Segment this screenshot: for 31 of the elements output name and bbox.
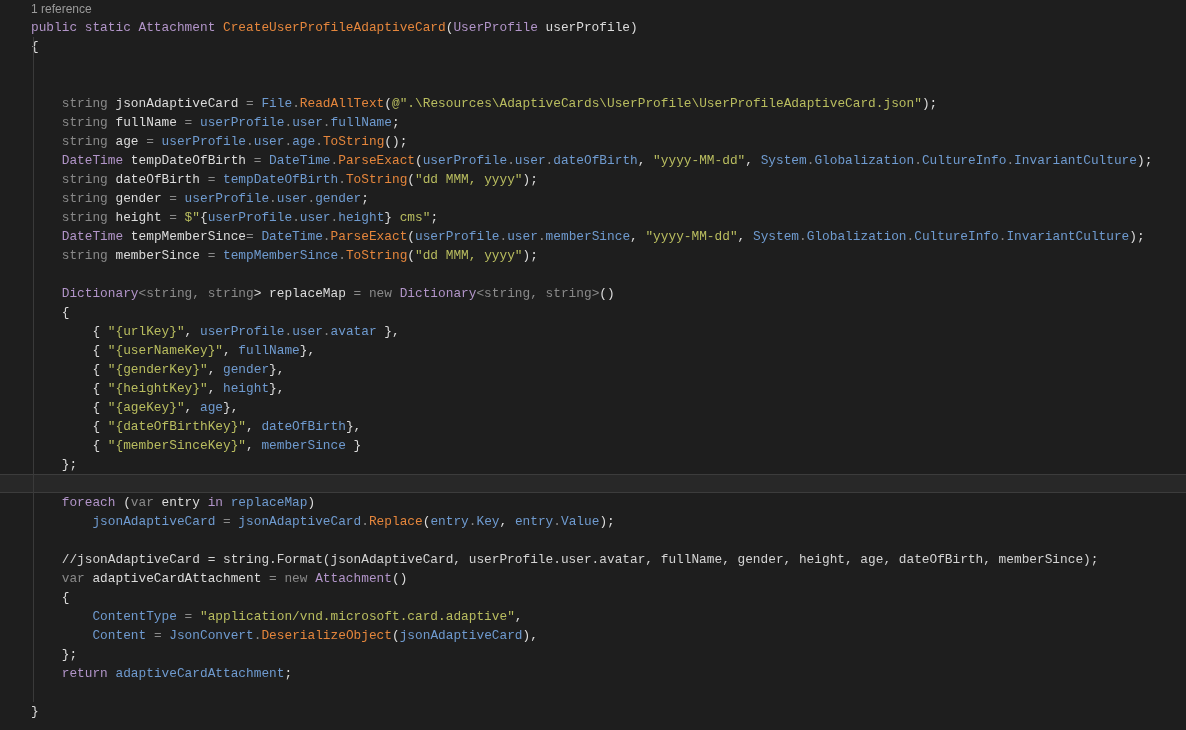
code-line: jsonAdaptiveCard = jsonAdaptiveCard.Replace(entry.Key, entry.Value); [91,513,616,531]
reference-count-link[interactable]: 1 reference [31,3,92,15]
code-line: { "{urlKey}", userProfile.user.avatar }, [91,323,401,341]
code-line: { "{ageKey}", age}, [91,399,240,417]
code-line: { "{dateOfBirthKey}", dateOfBirth}, [91,418,363,436]
code-line: return adaptiveCardAttachment; [60,665,294,683]
code-line: //jsonAdaptiveCard = string.Format(jsonAdaptiveCard, userProfile.user.avatar, fullName, gender, height, age, dateOfBirth, memberSince); [60,551,1100,569]
code-line: { "{userNameKey}", fullName}, [91,342,317,360]
code-line: { "{heightKey}", height}, [91,380,286,398]
code-line: { [60,589,71,607]
code-line: string height = $"{userProfile.user.height} cms"; [60,209,440,227]
code-line: string gender = userProfile.user.gender; [60,190,370,208]
code-line: string fullName = userProfile.user.fullName; [60,114,401,132]
code-line: }; [60,456,79,474]
code-line: public static Attachment CreateUserProfileAdaptiveCard(UserProfile userProfile) [30,19,639,37]
code-line: var adaptiveCardAttachment = new Attachment() [60,570,409,588]
code-line: Dictionary<string, string> replaceMap = new Dictionary<string, string>() [60,285,616,303]
code-line: ContentType = "application/vnd.microsoft.card.adaptive", [91,608,524,626]
code-line: DateTime tempMemberSince= DateTime.ParseExact(userProfile.user.memberSince, "yyyy-MM-dd", System.Globalization.CultureInfo.InvariantCulture); [60,228,1146,246]
code-line: { [60,304,71,322]
code-line: { "{genderKey}", gender}, [91,361,286,379]
code-line: Content = JsonConvert.DeserializeObject(jsonAdaptiveCard), [91,627,539,645]
code-line: string age = userProfile.user.age.ToString(); [60,133,409,151]
code-line: string memberSince = tempMemberSince.ToString("dd MMM, yyyy"); [60,247,539,265]
code-line: DateTime tempDateOfBirth = DateTime.ParseExact(userProfile.user.dateOfBirth, "yyyy-MM-dd", System.Globalization.CultureInfo.InvariantCulture); [60,152,1154,170]
code-line: string dateOfBirth = tempDateOfBirth.ToString("dd MMM, yyyy"); [60,171,539,189]
code-line: string jsonAdaptiveCard = File.ReadAllText(@".\Resources\AdaptiveCards\UserProfile\UserProfileAdaptiveCard.json"); [60,95,939,113]
code-line: }; [60,646,79,664]
code-line: } [30,703,40,721]
code-line: foreach (var entry in replaceMap) [60,494,317,512]
code-line: { "{memberSinceKey}", memberSince } [91,437,363,455]
